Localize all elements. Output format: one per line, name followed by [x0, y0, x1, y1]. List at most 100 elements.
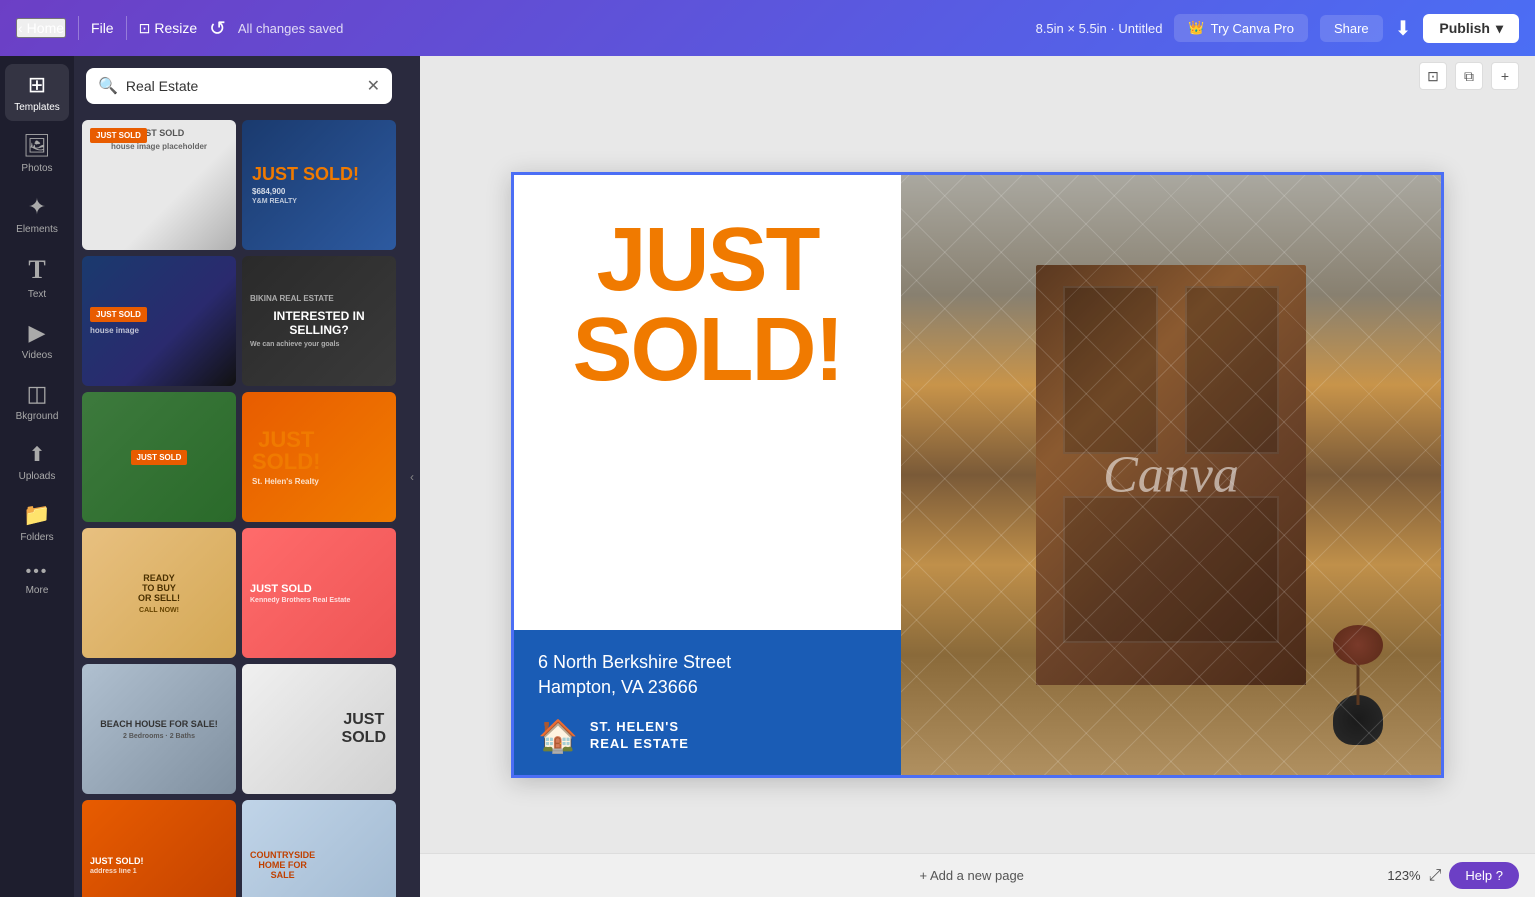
share-button[interactable]: Share	[1320, 15, 1383, 42]
undo-button[interactable]: ↺	[209, 16, 226, 41]
folders-icon: 📁	[23, 502, 50, 528]
zoom-fit-icon: ⤢	[1429, 867, 1442, 884]
sidebar-item-more[interactable]: ••• More	[5, 555, 69, 604]
frame-tool-button[interactable]: ⊡	[1419, 62, 1447, 90]
brand-section: 🏠 ST. HELEN'S REAL ESTATE	[538, 717, 877, 755]
property-address[interactable]: 6 North Berkshire Street Hampton, VA 236…	[538, 650, 877, 700]
resize-icon: ⊡	[139, 20, 151, 37]
search-icon: 🔍	[98, 76, 118, 96]
frame-icon: ⊡	[1427, 68, 1439, 85]
sidebar-item-photos[interactable]: 🖼 Photos	[5, 125, 69, 182]
publish-label: Publish	[1439, 20, 1490, 36]
address-line2: Hampton, VA 23666	[538, 677, 698, 697]
sidebar-item-elements[interactable]: ✦ Elements	[5, 186, 69, 243]
videos-label: Videos	[22, 350, 52, 361]
background-icon: ◫	[27, 381, 48, 407]
resize-button[interactable]: ⊡ Resize	[139, 20, 198, 37]
template-card[interactable]: JUST SOLD	[82, 392, 236, 522]
copy-tool-button[interactable]: ⧉	[1455, 62, 1483, 90]
sidebar-item-templates[interactable]: ⊞ Templates	[5, 64, 69, 121]
brand-name[interactable]: ST. HELEN'S REAL ESTATE	[590, 719, 689, 753]
uploads-label: Uploads	[19, 471, 56, 482]
file-button[interactable]: File	[91, 20, 114, 36]
topbar: ‹ Home File ⊡ Resize ↺ All changes saved…	[0, 0, 1535, 56]
saved-status: All changes saved	[238, 21, 344, 36]
templates-icon: ⊞	[28, 72, 46, 98]
template-card[interactable]: COUNTRYSIDEHOME FORSALE	[242, 800, 396, 897]
canvas-card[interactable]: JUST SOLD! 6 North Berkshire Street Hamp…	[511, 172, 1444, 778]
more-icon: •••	[26, 563, 49, 581]
add-page-label: + Add a new page	[919, 868, 1023, 883]
elements-label: Elements	[16, 224, 58, 235]
canvas-area: ⊡ ⧉ + JUST SOLD! 6 North Berk	[420, 56, 1535, 897]
add-page-button[interactable]: + Add a new page	[919, 868, 1023, 883]
help-label: Help ?	[1465, 868, 1503, 883]
home-label: Home	[27, 20, 64, 36]
just-sold-orange-text: JUSTSOLD!	[252, 429, 320, 473]
template-card[interactable]: JUST SOLD Kennedy Brothers Real Estate	[242, 528, 396, 658]
template-card[interactable]: JUSTSOLD	[242, 664, 396, 794]
zoom-level: 123%	[1387, 868, 1420, 883]
templates-label: Templates	[14, 102, 60, 113]
canvas-toolbar: ⊡ ⧉ +	[420, 56, 1535, 96]
just-sold-heading[interactable]: JUST SOLD!	[549, 175, 867, 415]
template-card[interactable]: READYTO BUYOR SELL! CALL NOW!	[82, 528, 236, 658]
more-label: More	[26, 585, 49, 596]
card-right-panel: Canva	[901, 175, 1441, 775]
search-input[interactable]	[126, 78, 359, 94]
divider-2	[126, 16, 127, 40]
help-button[interactable]: Help ?	[1449, 862, 1519, 889]
photos-icon: 🖼	[23, 133, 51, 159]
background-label: Bkground	[16, 411, 59, 422]
download-button[interactable]: ⬇	[1395, 16, 1412, 41]
search-clear-button[interactable]: ✕	[367, 76, 380, 96]
collapse-icon: ‹	[410, 470, 414, 484]
card-left-panel: JUST SOLD! 6 North Berkshire Street Hamp…	[514, 175, 901, 775]
template-card[interactable]: JUST SOLD! $684,900 Y&M REALTY	[242, 120, 396, 250]
share-label: Share	[1334, 21, 1369, 36]
just-sold-badge: JUST SOLD	[90, 307, 147, 322]
topbar-left: ‹ Home File ⊡ Resize ↺ All changes saved	[16, 16, 1024, 41]
template-label: JUST SOLD	[90, 128, 147, 143]
canvas-wrapper[interactable]: JUST SOLD! 6 North Berkshire Street Hamp…	[420, 96, 1535, 853]
template-card[interactable]: BEACH HOUSE FOR SALE! 2 Bedrooms · 2 Bat…	[82, 664, 236, 794]
sidebar-item-text[interactable]: T Text	[5, 247, 69, 308]
text-label: Text	[28, 289, 46, 300]
template-card[interactable]: JUST SOLD! address line 1	[82, 800, 236, 897]
zoom-fit-button[interactable]: ⤢	[1429, 867, 1442, 885]
house-photo: Canva	[901, 175, 1441, 775]
add-tool-button[interactable]: +	[1491, 62, 1519, 90]
main-layout: ⊞ Templates 🖼 Photos ✦ Elements T Text ▶…	[0, 56, 1535, 897]
templates-panel: 🔍 ✕ JUST SOLD house image placeholder JU…	[74, 56, 404, 897]
uploads-icon: ⬆	[29, 442, 46, 467]
address-line1: 6 North Berkshire Street	[538, 652, 731, 672]
chevron-left-icon: ‹	[18, 20, 23, 36]
sidebar-item-videos[interactable]: ▶ Videos	[5, 312, 69, 369]
resize-label: Resize	[154, 20, 197, 36]
template-card[interactable]: BIKINA REAL ESTATE INTERESTED IN SELLING…	[242, 256, 396, 386]
home-button[interactable]: ‹ Home	[16, 18, 66, 38]
sidebar-item-folders[interactable]: 📁 Folders	[5, 494, 69, 551]
topbar-right: 8.5in × 5.5in · Untitled 👑 Try Canva Pro…	[1036, 14, 1519, 43]
template-card[interactable]: JUST SOLD house image placeholder JUST S…	[82, 120, 236, 250]
photos-label: Photos	[21, 163, 52, 174]
publish-button[interactable]: Publish ▾	[1423, 14, 1519, 43]
videos-icon: ▶	[29, 320, 46, 346]
divider-1	[78, 16, 79, 40]
zoom-controls: 123% ⤢ Help ?	[1387, 862, 1519, 889]
text-icon: T	[28, 255, 45, 285]
folders-label: Folders	[20, 532, 53, 543]
search-bar: 🔍 ✕	[86, 68, 392, 104]
template-card[interactable]: JUST SOLD house image	[82, 256, 236, 386]
elements-icon: ✦	[28, 194, 46, 220]
chevron-down-icon: ▾	[1496, 20, 1503, 37]
templates-grid: JUST SOLD house image placeholder JUST S…	[74, 116, 404, 897]
doc-title: 8.5in × 5.5in · Untitled	[1036, 21, 1163, 36]
sidebar-item-uploads[interactable]: ⬆ Uploads	[5, 434, 69, 490]
file-label: File	[91, 20, 114, 36]
sidebar-item-background[interactable]: ◫ Bkground	[5, 373, 69, 430]
just-sold-line1: JUST	[596, 210, 818, 310]
panel-collapse-handle[interactable]: ‹	[404, 56, 420, 897]
try-pro-button[interactable]: 👑 Try Canva Pro	[1174, 14, 1308, 42]
template-card[interactable]: JUSTSOLD! St. Helen's Realty	[242, 392, 396, 522]
